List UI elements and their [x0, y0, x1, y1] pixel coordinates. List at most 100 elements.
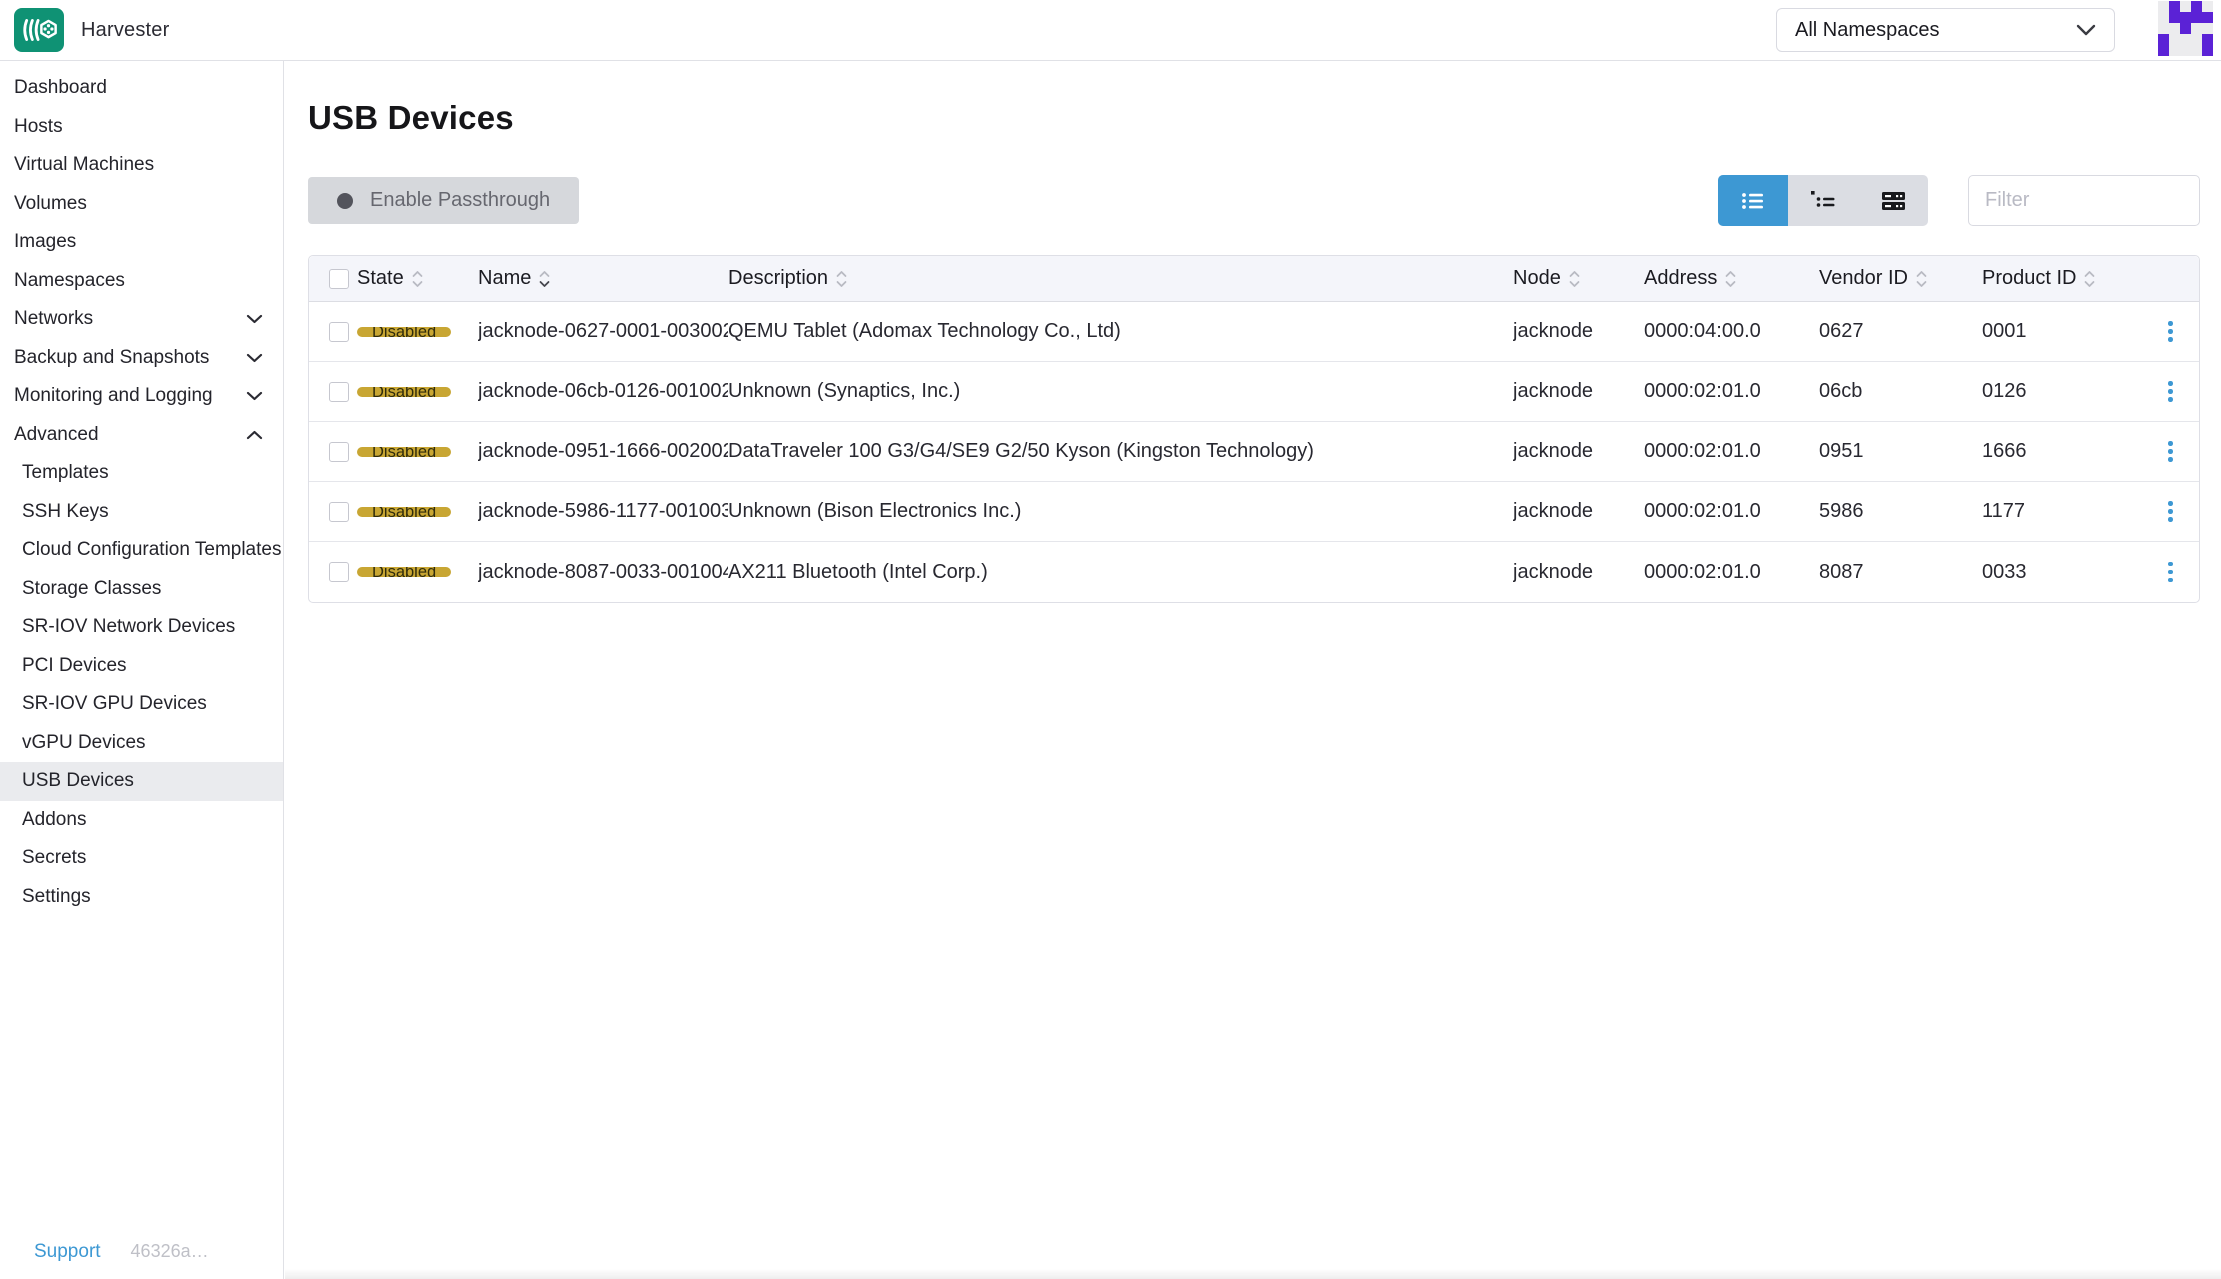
table-row: Disabled jacknode-8087-0033-001004 AX211… [309, 542, 2199, 602]
column-header-name[interactable]: Name [478, 267, 728, 290]
chevron-down-icon [246, 353, 263, 363]
device-address: 0000:02:01.0 [1644, 380, 1819, 403]
device-product-id: 1177 [1982, 500, 2142, 523]
column-header-vendor-id[interactable]: Vendor ID [1819, 267, 1982, 290]
device-name[interactable]: jacknode-0627-0001-003002 [478, 320, 728, 343]
sidebar-item-dashboard[interactable]: Dashboard [0, 69, 283, 108]
row-menu-button[interactable] [2142, 375, 2199, 408]
device-product-id: 1666 [1982, 440, 2142, 463]
device-vendor-id: 06cb [1819, 380, 1982, 403]
table-row: Disabled jacknode-0951-1666-002002 DataT… [309, 422, 2199, 482]
sidebar-item-virtual-machines[interactable]: Virtual Machines [0, 146, 283, 185]
row-checkbox[interactable] [329, 442, 349, 462]
sidebar-item-secrets[interactable]: Secrets [0, 839, 283, 878]
sidebar-group-networks[interactable]: Networks [0, 300, 283, 339]
sidebar-item-usb-devices[interactable]: USB Devices [0, 762, 283, 801]
device-address: 0000:02:01.0 [1644, 561, 1819, 584]
table-row: Disabled jacknode-5986-1177-001003 Unkno… [309, 482, 2199, 542]
sidebar-group-monitoring-and-logging[interactable]: Monitoring and Logging [0, 377, 283, 416]
device-node: jacknode [1513, 380, 1644, 403]
sidebar-item-storage-classes[interactable]: Storage Classes [0, 570, 283, 609]
sidebar-item-hosts[interactable]: Hosts [0, 108, 283, 147]
row-menu-button[interactable] [2142, 315, 2199, 348]
support-link[interactable]: Support [34, 1241, 101, 1263]
sort-icon [1568, 269, 1581, 289]
device-description: Unknown (Bison Electronics Inc.) [728, 500, 1513, 523]
row-checkbox[interactable] [329, 322, 349, 342]
device-name[interactable]: jacknode-0951-1666-002002 [478, 440, 728, 463]
device-vendor-id: 8087 [1819, 561, 1982, 584]
enable-passthrough-button[interactable]: Enable Passthrough [308, 177, 579, 224]
grouped-view-icon [1811, 190, 1835, 211]
sidebar-item-cloud-configuration-templates[interactable]: Cloud Configuration Templates [0, 531, 283, 570]
device-address: 0000:02:01.0 [1644, 440, 1819, 463]
device-description: AX211 Bluetooth (Intel Corp.) [728, 561, 1513, 584]
sort-icon [411, 269, 424, 289]
device-description: DataTraveler 100 G3/G4/SE9 G2/50 Kyson (… [728, 440, 1513, 463]
harvester-logo-icon [14, 8, 64, 52]
home-button[interactable]: Harvester [14, 8, 170, 52]
chevron-down-icon [2076, 24, 2096, 36]
device-description: QEMU Tablet (Adomax Technology Co., Ltd) [728, 320, 1513, 343]
sidebar-item-ssh-keys[interactable]: SSH Keys [0, 493, 283, 532]
device-node: jacknode [1513, 561, 1644, 584]
device-node: jacknode [1513, 440, 1644, 463]
device-vendor-id: 5986 [1819, 500, 1982, 523]
status-badge: Disabled [357, 327, 451, 337]
table-row: Disabled jacknode-06cb-0126-001002 Unkno… [309, 362, 2199, 422]
view-list-button[interactable] [1718, 175, 1788, 226]
sidebar-item-sriov-gpu-devices[interactable]: SR-IOV GPU Devices [0, 685, 283, 724]
device-name[interactable]: jacknode-06cb-0126-001002 [478, 380, 728, 403]
device-product-id: 0126 [1982, 380, 2142, 403]
sidebar-item-namespaces[interactable]: Namespaces [0, 262, 283, 301]
sidebar-item-images[interactable]: Images [0, 223, 283, 262]
device-name[interactable]: jacknode-5986-1177-001003 [478, 500, 728, 523]
view-flat-button[interactable] [1858, 175, 1928, 226]
row-menu-button[interactable] [2142, 556, 2199, 589]
column-header-state[interactable]: State [349, 267, 478, 290]
page-title: USB Devices [308, 99, 2200, 137]
device-address: 0000:02:01.0 [1644, 500, 1819, 523]
row-menu-button[interactable] [2142, 435, 2199, 468]
device-vendor-id: 0951 [1819, 440, 1982, 463]
sidebar-item-volumes[interactable]: Volumes [0, 185, 283, 224]
row-checkbox[interactable] [329, 382, 349, 402]
namespace-filter-select[interactable]: All Namespaces [1776, 8, 2115, 52]
table-header-row: State Name Description Node Address Vend… [309, 256, 2199, 302]
sort-icon [1724, 269, 1737, 289]
select-all-checkbox[interactable] [329, 269, 349, 289]
view-grouped-button[interactable] [1788, 175, 1858, 226]
filter-input[interactable] [1968, 175, 2200, 226]
status-badge: Disabled [357, 387, 451, 397]
main-content: USB Devices Enable Passthrough [285, 61, 2221, 1279]
column-header-address[interactable]: Address [1644, 267, 1819, 290]
device-description: Unknown (Synaptics, Inc.) [728, 380, 1513, 403]
sidebar-item-addons[interactable]: Addons [0, 801, 283, 840]
column-header-description[interactable]: Description [728, 267, 1513, 290]
sidebar-item-sriov-network-devices[interactable]: SR-IOV Network Devices [0, 608, 283, 647]
sort-icon-active [538, 269, 551, 289]
chevron-up-icon [246, 430, 263, 440]
sidebar-item-templates[interactable]: Templates [0, 454, 283, 493]
table-row: Disabled jacknode-0627-0001-003002 QEMU … [309, 302, 2199, 362]
user-avatar[interactable] [2158, 1, 2213, 56]
column-header-node[interactable]: Node [1513, 267, 1644, 290]
sidebar-item-vgpu-devices[interactable]: vGPU Devices [0, 724, 283, 763]
sidebar-item-pci-devices[interactable]: PCI Devices [0, 647, 283, 686]
sidebar-group-advanced[interactable]: Advanced [0, 416, 283, 455]
status-badge: Disabled [357, 447, 451, 457]
sidebar-item-settings[interactable]: Settings [0, 878, 283, 917]
device-node: jacknode [1513, 500, 1644, 523]
sidebar-group-backup-and-snapshots[interactable]: Backup and Snapshots [0, 339, 283, 378]
row-checkbox[interactable] [329, 562, 349, 582]
row-checkbox[interactable] [329, 502, 349, 522]
row-menu-button[interactable] [2142, 495, 2199, 528]
brand-name: Harvester [81, 19, 170, 42]
device-name[interactable]: jacknode-8087-0033-001004 [478, 561, 728, 584]
device-product-id: 0001 [1982, 320, 2142, 343]
column-header-product-id[interactable]: Product ID [1982, 267, 2142, 290]
state-dot-icon [337, 193, 353, 209]
list-view-icon [1741, 191, 1765, 211]
usb-devices-table: State Name Description Node Address Vend… [308, 255, 2200, 603]
device-node: jacknode [1513, 320, 1644, 343]
